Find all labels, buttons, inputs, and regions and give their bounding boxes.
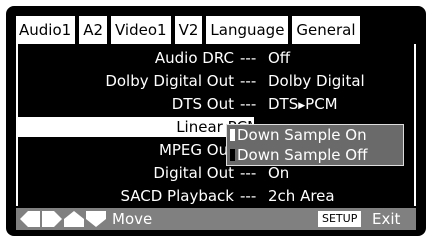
row-separator: --- bbox=[240, 95, 257, 113]
setup-button[interactable]: SETUP bbox=[318, 211, 362, 227]
row-separator: --- bbox=[240, 164, 257, 182]
row-separator: --- bbox=[240, 187, 257, 205]
nav-icons bbox=[20, 211, 106, 227]
option-marker bbox=[230, 129, 235, 141]
tab-bar: Audio1 A2 Video1 V2 Language General bbox=[16, 16, 360, 44]
tab-audio1[interactable]: Audio1 bbox=[16, 16, 76, 44]
down-arrow-icon bbox=[86, 211, 106, 227]
option-label: Down Sample On bbox=[237, 126, 367, 144]
row-value: 2ch Area bbox=[268, 187, 335, 205]
row-value: Off bbox=[268, 49, 291, 67]
tab-v2[interactable]: V2 bbox=[174, 16, 203, 44]
help-bar: Move SETUP Exit bbox=[16, 208, 416, 230]
option-marker bbox=[230, 149, 235, 161]
value-part: DTS bbox=[268, 95, 299, 113]
row-dolby-digital-out[interactable]: Dolby Digital Out --- Dolby Digital bbox=[18, 71, 414, 91]
tab-general[interactable]: General bbox=[292, 16, 360, 44]
row-label: Digital Out bbox=[153, 164, 234, 182]
tab-language[interactable]: Language bbox=[206, 16, 289, 44]
row-linear-pcm-out[interactable]: Linear PCM Out bbox=[18, 117, 292, 137]
row-label: Dolby Digital Out bbox=[105, 72, 234, 90]
row-sacd-playback[interactable]: SACD Playback --- 2ch Area bbox=[18, 186, 414, 206]
row-digital-out[interactable]: Digital Out --- On bbox=[18, 163, 414, 183]
row-separator: --- bbox=[240, 72, 257, 90]
exit-hint: Exit bbox=[372, 210, 401, 228]
row-separator: --- bbox=[240, 49, 257, 67]
up-arrow-icon bbox=[64, 211, 84, 227]
left-arrow-icon bbox=[20, 211, 40, 227]
linear-pcm-options-popup: Down Sample On Down Sample Off bbox=[226, 124, 404, 166]
tab-video1[interactable]: Video1 bbox=[111, 16, 171, 44]
option-down-sample-on[interactable]: Down Sample On bbox=[229, 125, 403, 145]
row-label: Audio DRC bbox=[154, 49, 234, 67]
setup-menu-screen: Audio1 A2 Video1 V2 Language General Aud… bbox=[6, 6, 426, 236]
row-value: DTS▶PCM bbox=[268, 94, 338, 116]
row-label: MPEG Out bbox=[158, 141, 234, 159]
row-label: SACD Playback bbox=[120, 187, 234, 205]
right-arrow-icon bbox=[42, 211, 62, 227]
move-hint: Move bbox=[112, 210, 153, 228]
row-value: On bbox=[268, 164, 290, 182]
tab-a2[interactable]: A2 bbox=[79, 16, 107, 44]
option-label: Down Sample Off bbox=[237, 146, 368, 164]
option-down-sample-off[interactable]: Down Sample Off bbox=[229, 145, 403, 165]
value-part: PCM bbox=[305, 95, 338, 113]
row-label: DTS Out bbox=[171, 95, 234, 113]
row-value: Dolby Digital bbox=[268, 72, 365, 90]
row-dts-out[interactable]: DTS Out --- DTS▶PCM bbox=[18, 94, 414, 114]
row-audio-drc[interactable]: Audio DRC --- Off bbox=[18, 48, 414, 68]
